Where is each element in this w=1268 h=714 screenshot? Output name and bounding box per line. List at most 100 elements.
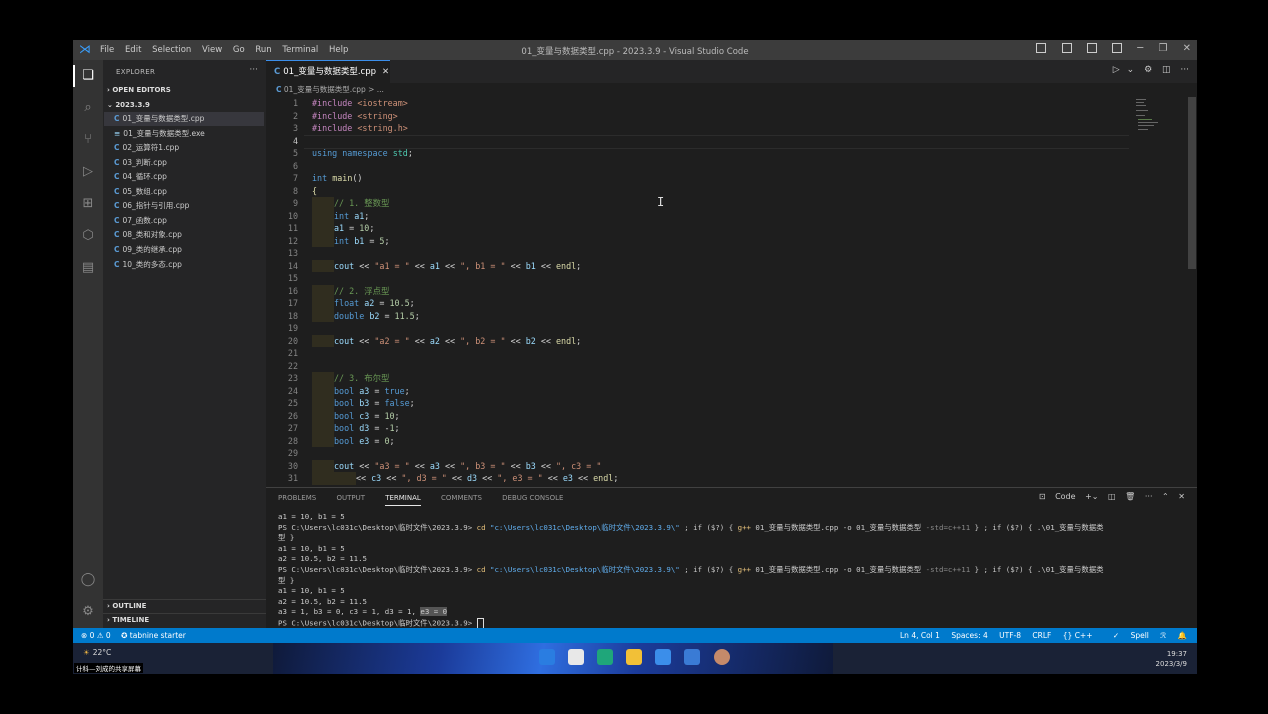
file-name: 07_函数.cpp: [122, 216, 167, 225]
file-item[interactable]: C 06_指针与引用.cpp: [114, 199, 264, 213]
terminal-shell-selector[interactable]: ⊡ Code: [1039, 492, 1076, 501]
source-control-icon[interactable]: ⑂: [80, 132, 96, 148]
file-item[interactable]: C 10_类的多态.cpp: [114, 258, 264, 272]
code-line: 21: [287, 348, 298, 358]
terminal-command: g++: [737, 564, 751, 574]
weather-widget[interactable]: ☀ 22°C: [83, 648, 111, 657]
timeline-label: TIMELINE: [112, 616, 150, 624]
extensions-icon[interactable]: ⊞: [80, 196, 96, 212]
run-code-icon[interactable]: ▷: [1113, 65, 1120, 75]
terminal-line: a2 = 10.5, b2 = 11.5: [278, 596, 367, 606]
customize-layout-icon[interactable]: [1112, 43, 1123, 53]
restore-icon[interactable]: ❐: [1158, 43, 1167, 54]
code-line: 9// 1. 整数型: [292, 197, 390, 210]
system-clock[interactable]: 19:37 2023/3/9: [1156, 649, 1187, 669]
settings-icon[interactable]: ⚙: [1144, 65, 1152, 75]
vscode-taskbar-icon[interactable]: [655, 649, 672, 665]
meeting-app-icon[interactable]: [684, 649, 701, 665]
open-editors-section[interactable]: › OPEN EDITORS: [107, 86, 171, 94]
close-tab-icon[interactable]: ✕: [382, 67, 389, 77]
minimize-icon[interactable]: ─: [1137, 43, 1143, 54]
outline-section[interactable]: › OUTLINE: [103, 599, 270, 613]
code-line: 7 int main(): [292, 173, 363, 183]
file-item[interactable]: C 09_类的继承.cpp: [114, 243, 264, 257]
terminal-line: 型 }: [278, 533, 295, 543]
bell-icon[interactable]: 🔔: [1178, 631, 1187, 640]
clock-date: 2023/3/9: [1155, 660, 1187, 668]
file-item[interactable]: C 05_数组.cpp: [114, 185, 264, 199]
split-terminal-icon[interactable]: ◫: [1108, 492, 1116, 501]
file-name: 09_类的继承.cpp: [122, 245, 182, 254]
file-name: 08_类和对象.cpp: [122, 230, 182, 239]
tab-comments[interactable]: COMMENTS: [441, 494, 482, 502]
editor-scrollbar[interactable]: [1188, 97, 1196, 269]
chevron-down-icon[interactable]: ⌄: [1127, 65, 1135, 75]
code-line: 23// 3. 布尔型: [287, 372, 390, 385]
problems-status[interactable]: ⊗ 0 ⚠ 0: [81, 631, 111, 640]
terminal-text: a3 = 1, b3 = 0, c3 = 1, d3 = 1,: [278, 607, 421, 617]
maximize-panel-icon[interactable]: ⌃: [1162, 492, 1169, 501]
timeline-section[interactable]: › TIMELINE: [103, 613, 270, 627]
start-windows-icon[interactable]: [539, 649, 555, 665]
tab-main-cpp[interactable]: C 01_变量与数据类型.cpp ✕: [266, 60, 390, 83]
code-editor[interactable]: 1 #include <iostream> 2 #include <string> …: [266, 97, 1136, 487]
tab-terminal[interactable]: TERMINAL: [385, 494, 421, 506]
new-terminal-icon[interactable]: +⌄: [1085, 492, 1098, 501]
notebook-icon[interactable]: ▤: [80, 260, 96, 276]
split-editor-icon[interactable]: ◫: [1162, 65, 1171, 75]
more-icon[interactable]: ···: [1180, 65, 1189, 75]
toggle-sidebar-icon[interactable]: [1036, 43, 1047, 53]
close-icon[interactable]: ✕: [1183, 43, 1191, 54]
file-item[interactable]: C 02_运算符1.cpp: [114, 141, 264, 155]
more-icon[interactable]: ···: [1145, 492, 1153, 501]
code-line: 28 bool e3 = 0;: [287, 434, 395, 447]
folder-section[interactable]: ⌄ 2023.3.9: [107, 101, 150, 109]
run-debug-icon[interactable]: ▷: [80, 164, 96, 180]
file-item[interactable]: C 03_判断.cpp: [114, 156, 264, 170]
file-item[interactable]: C 08_类和对象.cpp: [114, 228, 264, 242]
settings-gear-icon[interactable]: ⚙: [80, 604, 96, 620]
end-of-line[interactable]: CRLF: [1032, 631, 1051, 640]
toggle-secondary-sidebar-icon[interactable]: [1086, 43, 1097, 53]
windows-taskbar: ☀ 22°C 计科—刘成的共享屏幕 19:37 2023/3/9: [73, 643, 1197, 674]
indentation[interactable]: Spaces: 4: [951, 631, 987, 640]
tab-output[interactable]: OUTPUT: [336, 494, 365, 502]
account-icon[interactable]: ◯: [80, 572, 96, 588]
file-item[interactable]: C 01_变量与数据类型.cpp: [104, 112, 264, 126]
remote-explorer-icon[interactable]: ⬡: [80, 228, 96, 244]
edge-browser-icon[interactable]: [597, 649, 614, 665]
spell-status[interactable]: ✓ Spell: [1104, 631, 1149, 640]
code-line: 5 using namespace std;: [292, 148, 413, 158]
clock-time: 19:37: [1166, 650, 1187, 658]
cpp-file-icon: C: [114, 143, 120, 152]
code-line: 2 #include <string>: [292, 110, 398, 121]
tab-debug-console[interactable]: DEBUG CONSOLE: [502, 494, 563, 502]
feedback-icon[interactable]: ℛ: [1160, 631, 1166, 640]
terminal-flag: -std=c++11: [925, 522, 971, 532]
trash-icon[interactable]: 🗑: [1125, 492, 1135, 501]
exe-file-icon: ≡: [114, 129, 121, 138]
breadcrumb[interactable]: C 01_变量与数据类型.cpp > ...: [276, 84, 384, 95]
cursor-position[interactable]: Ln 4, Col 1: [900, 631, 940, 640]
cpp-file-icon: C: [274, 67, 281, 77]
code-line: 26 bool c3 = 10;: [287, 409, 400, 422]
explorer-icon[interactable]: ❏: [73, 65, 96, 87]
open-editors-label: OPEN EDITORS: [112, 86, 171, 94]
file-item[interactable]: ≡ 01_变量与数据类型.exe: [114, 127, 264, 141]
task-view-icon[interactable]: [568, 649, 585, 665]
avatar-app-icon[interactable]: [713, 649, 730, 665]
tabnine-status[interactable]: ✪ tabnine starter: [121, 631, 186, 640]
file-item[interactable]: C 07_函数.cpp: [114, 214, 264, 228]
more-actions-icon[interactable]: ···: [249, 65, 258, 75]
encoding[interactable]: UTF-8: [999, 631, 1021, 640]
terminal-output[interactable]: a1 = 10, b1 = 5 PS C:\Users\lc031c\Deskt…: [278, 512, 1104, 629]
tab-problems[interactable]: PROBLEMS: [278, 494, 316, 502]
file-item[interactable]: C 04_循环.cpp: [114, 170, 264, 184]
search-icon[interactable]: ⌕: [80, 100, 96, 116]
toggle-panel-icon[interactable]: [1061, 43, 1072, 53]
language-mode[interactable]: {} C++: [1063, 631, 1093, 640]
close-panel-icon[interactable]: ✕: [1178, 492, 1185, 501]
minimap[interactable]: [1136, 97, 1186, 157]
file-explorer-icon[interactable]: [626, 649, 643, 665]
code-line: 19: [287, 323, 298, 333]
